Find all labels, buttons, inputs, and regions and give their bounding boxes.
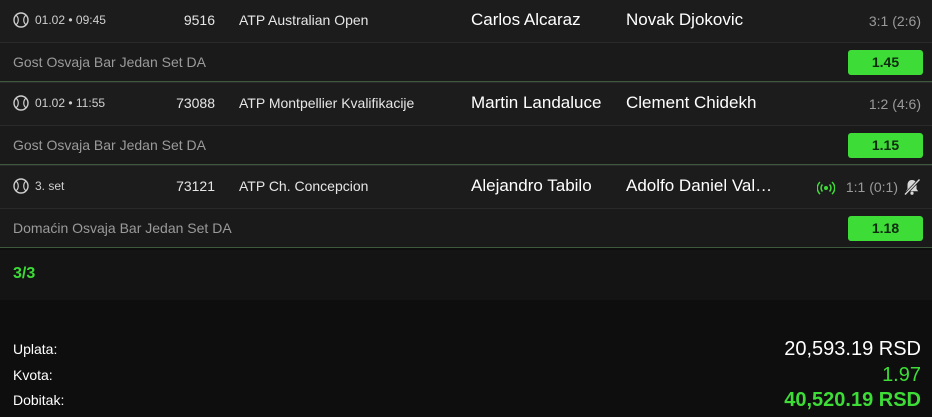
total-odds-value: 1.97 <box>882 364 921 386</box>
league-name: ATP Montpellier Kvalifikacije <box>239 95 415 111</box>
odd-button[interactable]: 1.15 <box>848 133 923 158</box>
match-score: 3:1 (2:6) <box>868 13 921 29</box>
away-player: Adolfo Daniel Val… <box>626 176 773 195</box>
bet-row: Domaćin Osvaja Bar Jedan Set DA 1.18 <box>0 208 932 248</box>
stake-value: 20,593.19 RSD <box>784 338 921 360</box>
match-code: 9516 <box>183 12 215 28</box>
win-label: Dobitak: <box>13 392 65 408</box>
odd-button[interactable]: 1.18 <box>848 216 923 241</box>
bet-label: Gost Osvaja Bar Jedan Set DA <box>13 137 206 153</box>
match-period: 3. set <box>35 179 65 193</box>
bell-muted-icon[interactable] <box>903 178 921 196</box>
win-value: 40,520.19 RSD <box>784 389 921 411</box>
match-time: 01.02 • 11:55 <box>35 96 106 110</box>
live-broadcast-icon <box>817 181 835 195</box>
away-player: Clement Chidekh <box>626 93 757 112</box>
match-code: 73088 <box>176 95 215 111</box>
match-time: 01.02 • 09:45 <box>35 13 106 27</box>
odds-label: Kvota: <box>13 367 53 383</box>
ticket-list: 01.02 • 09:45 9516 ATP Australian Open C… <box>0 0 932 248</box>
home-player: Carlos Alcaraz <box>471 10 581 29</box>
home-player: Martin Landaluce <box>471 93 602 112</box>
match-code: 73121 <box>176 178 215 194</box>
stake-label: Uplata: <box>13 341 58 357</box>
home-player: Alejandro Tabilo <box>471 176 592 195</box>
odd-button[interactable]: 1.45 <box>848 50 923 75</box>
league-name: ATP Ch. Concepcion <box>239 178 369 194</box>
match-row[interactable]: 01.02 • 11:55 73088 ATP Montpellier Kval… <box>0 82 932 125</box>
away-player: Novak Djokovic <box>626 10 744 29</box>
tennis-ball-icon <box>13 95 29 111</box>
bet-row: Gost Osvaja Bar Jedan Set DA 1.45 <box>0 42 932 82</box>
ticket-count: 3/3 <box>13 265 36 282</box>
match-row[interactable]: 3. set 73121 ATP Ch. Concepcion Alejandr… <box>0 165 932 208</box>
ticket-count-bar: 3/3 <box>0 250 932 300</box>
match-row[interactable]: 01.02 • 09:45 9516 ATP Australian Open C… <box>0 0 932 42</box>
tennis-ball-icon <box>13 12 29 28</box>
league-name: ATP Australian Open <box>239 12 369 28</box>
bet-label: Gost Osvaja Bar Jedan Set DA <box>13 54 206 70</box>
bet-label: Domaćin Osvaja Bar Jedan Set DA <box>13 220 232 236</box>
match-score: 1:1 (0:1) <box>845 179 898 195</box>
bet-row: Gost Osvaja Bar Jedan Set DA 1.15 <box>0 125 932 165</box>
ticket-summary: Uplata: 20,593.19 RSD Kvota: 1.97 Dobita… <box>0 300 932 417</box>
tennis-ball-icon <box>13 178 29 194</box>
match-score: 1:2 (4:6) <box>868 96 921 112</box>
